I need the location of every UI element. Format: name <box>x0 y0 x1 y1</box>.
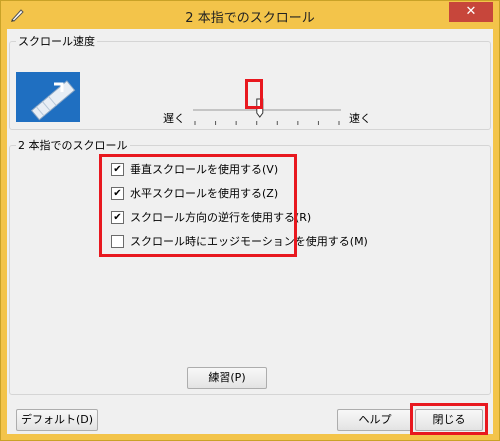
title-bar[interactable]: 2 本指でのスクロール ✕ <box>1 1 499 29</box>
dialog-body: スクロール速度 遅く 速く 2 本指でのスクロール ✔ 垂直スクロールを使用する… <box>7 29 493 435</box>
scroll-speed-slider[interactable] <box>193 95 341 135</box>
two-finger-scroll-legend: 2 本指でのスクロール <box>18 139 128 152</box>
fast-label: 速く <box>349 112 371 125</box>
close-button-highlight-box <box>410 403 488 435</box>
slow-label: 遅く <box>163 112 185 125</box>
default-button[interactable]: デフォルト(D) <box>16 409 98 431</box>
slider-highlight-box <box>245 79 263 109</box>
help-button[interactable]: ヘルプ <box>337 409 413 431</box>
practice-button[interactable]: 練習(P) <box>187 367 267 389</box>
dialog-window: 2 本指でのスクロール ✕ スクロール速度 遅く 速く 2 本指でのスクロール … <box>0 0 500 441</box>
slider-ticks <box>194 121 340 125</box>
window-title: 2 本指でのスクロール <box>185 11 315 26</box>
touchpad-scroll-illustration <box>16 72 80 122</box>
window-close-button[interactable]: ✕ <box>449 2 493 22</box>
scroll-speed-legend: スクロール速度 <box>18 35 95 48</box>
options-highlight-box <box>99 154 297 257</box>
